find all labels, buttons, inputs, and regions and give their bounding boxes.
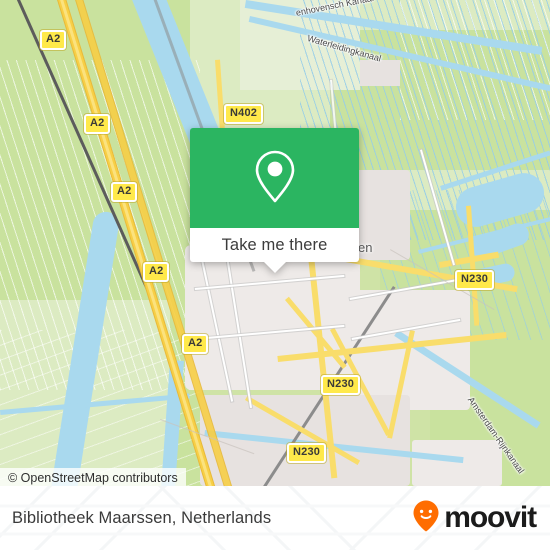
footer-bar: Bibliotheek Maarssen, Netherlands moovit	[0, 486, 550, 550]
map-label-place: en	[358, 240, 373, 255]
builtup-far-south	[412, 440, 502, 486]
map-canvas[interactable]: enhovensch Kanaal Waterleidingkanaal Ams…	[0, 0, 550, 486]
location-popup-card[interactable]: Take me there	[190, 128, 359, 273]
shield-a2-low[interactable]: A2	[143, 262, 170, 282]
map-pin-icon	[252, 148, 298, 209]
osm-attribution[interactable]: © OpenStreetMap contributors	[0, 468, 186, 486]
builtup-hamlet	[360, 60, 400, 86]
popup-tail	[263, 262, 286, 273]
shield-n230-east[interactable]: N230	[455, 270, 495, 290]
moovit-logo[interactable]: moovit	[413, 486, 537, 550]
place-title: Bibliotheek Maarssen, Netherlands	[12, 508, 272, 527]
shield-a2-mid[interactable]: A2	[84, 114, 111, 134]
shield-a2-north[interactable]: A2	[40, 30, 67, 50]
popup-icon-area	[190, 128, 359, 228]
moovit-wordmark: moovit	[444, 501, 537, 534]
take-me-there-button[interactable]: Take me there	[222, 236, 328, 255]
shield-n230-low[interactable]: N230	[287, 443, 327, 463]
moovit-smiley-pin-icon	[413, 500, 439, 537]
shield-n230-mid[interactable]: N230	[321, 375, 361, 395]
shield-a2-bottom[interactable]: A2	[182, 334, 209, 354]
popup-action-area[interactable]: Take me there	[190, 228, 359, 262]
map-page: enhovensch Kanaal Waterleidingkanaal Ams…	[0, 0, 550, 550]
shield-n402[interactable]: N402	[224, 104, 264, 124]
shield-a2-south[interactable]: A2	[111, 182, 138, 202]
